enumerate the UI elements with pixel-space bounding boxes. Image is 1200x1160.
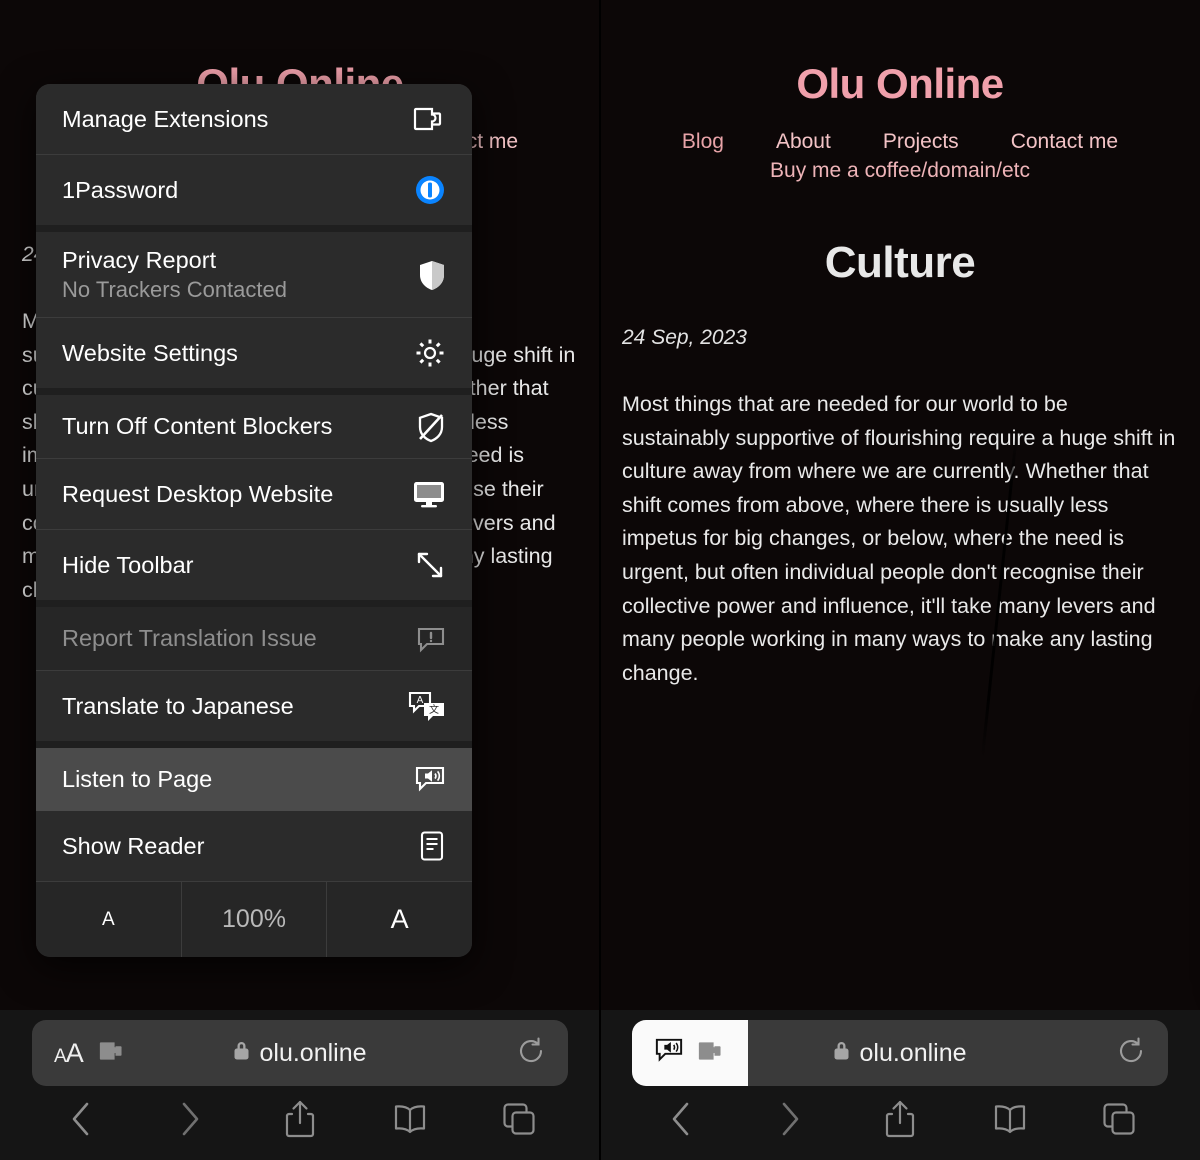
site-title-right: Olu Online: [796, 60, 1004, 107]
bottom-toolbar-left: [0, 1086, 600, 1152]
menu-item-request-desktop-website[interactable]: Request Desktop Website: [36, 459, 472, 529]
listening-active-chip[interactable]: [632, 1020, 748, 1086]
menu-item-label: Request Desktop Website: [62, 480, 334, 507]
menu-item-manage-extensions[interactable]: Manage Extensions: [36, 84, 472, 154]
url-bar-row-left: AA olu.online: [0, 1020, 600, 1086]
menu-item-hide-toolbar[interactable]: Hide Toolbar: [36, 530, 472, 600]
reload-icon[interactable]: [1116, 1036, 1146, 1071]
menu-item-website-settings[interactable]: Website Settings: [36, 318, 472, 388]
speaker-bubble-icon: [408, 765, 446, 795]
onepassword-icon: [408, 174, 446, 206]
tabs-button[interactable]: [489, 1091, 549, 1147]
zoom-level-value[interactable]: 100%: [180, 882, 327, 957]
reader-document-icon: [408, 830, 446, 862]
menu-item-label: Turn Off Content Blockers: [62, 413, 333, 439]
speaker-bubble-icon[interactable]: [654, 1037, 684, 1070]
post-date: 24 Sep, 2023: [622, 326, 747, 349]
reload-icon[interactable]: [516, 1036, 546, 1071]
menu-item-label: Privacy Report: [62, 246, 217, 273]
address-bar-left[interactable]: AA olu.online: [32, 1020, 568, 1086]
nav-link-projects[interactable]: Projects: [883, 130, 959, 154]
page-settings-menu[interactable]: Manage Extensions 1Password Privacy Repo…: [36, 84, 472, 957]
menu-item-label: Hide Toolbar: [62, 551, 194, 578]
aa-big-glyph: A: [65, 1037, 84, 1068]
zoom-increase-label: A: [390, 904, 409, 934]
svg-text:A: A: [417, 695, 424, 706]
url-text-right: olu.online: [859, 1038, 967, 1067]
menu-item-label: Show Reader: [62, 832, 205, 859]
nav-link-contact[interactable]: Contact me: [1011, 130, 1118, 154]
address-bar-left-tools: AA: [54, 1038, 127, 1069]
bubble-exclamation-icon: [408, 625, 446, 653]
svg-text:文: 文: [429, 703, 439, 716]
bookmarks-button[interactable]: [980, 1091, 1040, 1147]
menu-item-label: 1Password: [62, 176, 179, 203]
gear-icon: [408, 337, 446, 369]
menu-item-label: Listen to Page: [62, 766, 213, 792]
url-text-left: olu.online: [259, 1038, 367, 1067]
menu-item-turn-off-content-blockers[interactable]: Turn Off Content Blockers: [36, 388, 472, 458]
browser-chrome-right: olu.online: [600, 1010, 1200, 1160]
nav-link-blog[interactable]: Blog: [682, 130, 724, 154]
translate-icon: A 文: [408, 690, 446, 722]
menu-item-listen-to-page[interactable]: Listen to Page: [36, 741, 472, 811]
forward-button[interactable]: [160, 1091, 220, 1147]
menu-item-label: Manage Extensions: [62, 105, 269, 132]
share-button[interactable]: [870, 1091, 930, 1147]
menu-item-show-reader[interactable]: Show Reader: [36, 811, 472, 881]
bottom-toolbar-right: [600, 1086, 1200, 1152]
shield-slash-icon: [408, 411, 446, 443]
lock-icon: [233, 1040, 250, 1066]
nav-link-buy-me-a-coffee[interactable]: Buy me a coffee/domain/etc: [600, 159, 1200, 183]
page-title: Culture: [824, 238, 976, 287]
menu-item-label: Translate to Japanese: [62, 692, 294, 719]
zoom-increase-button[interactable]: A: [326, 882, 472, 957]
browser-window-right: Olu Online Blog About Projects Contact m…: [600, 0, 1200, 1160]
menu-item-privacy-report[interactable]: Privacy Report No Trackers Contacted: [36, 225, 472, 317]
puzzle-extension-icon[interactable]: [97, 1038, 127, 1069]
zoom-decrease-button[interactable]: A: [36, 882, 181, 957]
share-button[interactable]: [270, 1091, 330, 1147]
tabs-button[interactable]: [1089, 1091, 1149, 1147]
desktop-monitor-icon: [408, 479, 446, 509]
puzzle-extension-icon: [408, 104, 446, 134]
bookmarks-button[interactable]: [380, 1091, 440, 1147]
menu-item-translate-to-japanese[interactable]: Translate to Japanese A 文: [36, 671, 472, 741]
lock-icon: [833, 1040, 850, 1066]
menu-item-sublabel: No Trackers Contacted: [62, 276, 287, 302]
back-button[interactable]: [51, 1091, 111, 1147]
web-page-right: Olu Online Blog About Projects Contact m…: [600, 0, 1200, 1010]
menu-item-label: Report Translation Issue: [62, 625, 317, 651]
aa-small-glyph: A: [54, 1045, 67, 1067]
forward-button[interactable]: [760, 1091, 820, 1147]
url-bar-row-right: olu.online: [600, 1020, 1200, 1086]
menu-item-label: Website Settings: [62, 339, 238, 366]
puzzle-extension-icon[interactable]: [696, 1038, 726, 1069]
panel-divider: [599, 0, 601, 1160]
expand-arrows-icon: [408, 549, 446, 581]
browser-window-left: Olu Online Blog About Projects Contact m…: [0, 0, 600, 1160]
text-size-button[interactable]: AA: [54, 1037, 84, 1069]
zoom-controls[interactable]: A 100% A: [36, 881, 472, 957]
zoom-level-label: 100%: [222, 905, 286, 933]
zoom-decrease-label: A: [101, 908, 115, 930]
shield-icon: [408, 259, 446, 291]
nav-link-about[interactable]: About: [776, 130, 831, 154]
site-nav-right: Blog About Projects Contact me: [600, 130, 1200, 154]
screenshot-root: Olu Online Blog About Projects Contact m…: [0, 0, 1200, 1160]
menu-item-1password[interactable]: 1Password: [36, 155, 472, 225]
post-body: Most things that are needed for our worl…: [622, 392, 1182, 685]
menu-item-report-translation-issue: Report Translation Issue: [36, 600, 472, 670]
back-button[interactable]: [651, 1091, 711, 1147]
browser-chrome-left: AA olu.online: [0, 1010, 600, 1160]
